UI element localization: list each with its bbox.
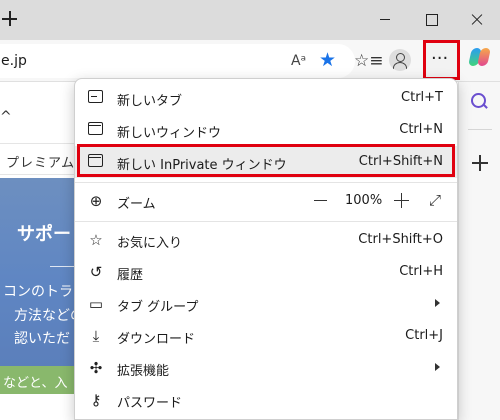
address-bar[interactable]: e.jp Aᵃ ★ bbox=[0, 44, 355, 78]
copilot-icon[interactable] bbox=[468, 45, 492, 69]
hero-text-line: コンのトラ bbox=[3, 284, 73, 300]
menu-item-shortcut: Ctrl+Shift+O bbox=[358, 232, 443, 247]
settings-more-button[interactable]: ··· bbox=[423, 40, 460, 80]
menu-divider bbox=[75, 182, 457, 183]
more-dots-icon: ··· bbox=[431, 48, 449, 69]
menu-item-favorites[interactable]: ☆ お気に入り Ctrl+Shift+O bbox=[75, 224, 457, 256]
new-window-icon bbox=[88, 122, 103, 135]
zoom-level: 100% bbox=[345, 193, 383, 208]
extensions-icon: ✣ bbox=[89, 359, 103, 377]
close-button[interactable] bbox=[454, 0, 500, 40]
maximize-button[interactable] bbox=[408, 0, 454, 40]
title-bar bbox=[0, 0, 500, 40]
sidebar bbox=[458, 48, 500, 420]
menu-item-extensions[interactable]: ✣ 拡張機能 bbox=[75, 352, 457, 384]
menu-item-zoom: ⊕ ズーム 100% ⤢ bbox=[75, 185, 457, 217]
read-aloud-icon[interactable]: Aᵃ bbox=[291, 53, 306, 69]
fullscreen-icon[interactable]: ⤢ bbox=[429, 191, 441, 209]
zoom-out-button[interactable] bbox=[314, 200, 327, 202]
menu-item-passwords[interactable]: ⚷ パスワード bbox=[75, 384, 457, 416]
info-bar-text: などと、入 bbox=[3, 376, 68, 391]
menu-item-label: タブ グループ bbox=[117, 300, 199, 315]
new-tab-icon bbox=[88, 90, 103, 103]
zoom-icon: ⊕ bbox=[89, 192, 103, 210]
favorites-list-icon[interactable]: ☆≡ bbox=[354, 48, 383, 74]
history-icon: ↺ bbox=[89, 263, 103, 281]
new-tab-button[interactable] bbox=[0, 5, 24, 33]
settings-menu: 新しいタブ Ctrl+T 新しいウィンドウ Ctrl+N 新しい InPriva… bbox=[74, 78, 458, 420]
favorites-icon: ☆ bbox=[89, 231, 103, 249]
chevron-icon: ^ bbox=[0, 109, 12, 125]
chevron-right-icon bbox=[435, 363, 440, 371]
menu-item-new-window[interactable]: 新しいウィンドウ Ctrl+N bbox=[75, 114, 457, 146]
tab-groups-icon: ▭ bbox=[88, 295, 104, 313]
hero-text-line: 方法などの bbox=[14, 308, 80, 324]
minimize-button[interactable] bbox=[362, 0, 408, 40]
menu-item-shortcut: Ctrl+T bbox=[401, 90, 443, 105]
menu-item-new-tab[interactable]: 新しいタブ Ctrl+T bbox=[75, 82, 457, 114]
menu-item-shortcut: Ctrl+H bbox=[399, 264, 443, 279]
menu-item-label: お気に入り bbox=[117, 236, 183, 251]
menu-item-label: 拡張機能 bbox=[117, 364, 170, 379]
favorite-star-icon[interactable]: ★ bbox=[319, 49, 336, 71]
profile-avatar-icon[interactable] bbox=[389, 49, 411, 71]
menu-item-label: 新しいタブ bbox=[117, 94, 183, 109]
key-icon: ⚷ bbox=[90, 391, 102, 409]
hero-banner: サポート コンのトラ 方法などの 認いただ bbox=[0, 178, 80, 366]
menu-item-history[interactable]: ↺ 履歴 Ctrl+H bbox=[75, 256, 457, 288]
highlight-box bbox=[77, 144, 455, 177]
hero-text-line: 認いただ bbox=[14, 331, 70, 347]
menu-item-label: パスワード bbox=[117, 396, 183, 411]
search-icon[interactable] bbox=[469, 91, 491, 113]
menu-item-tab-groups[interactable]: ▭ タブ グループ bbox=[75, 288, 457, 320]
add-sidebar-item-icon[interactable] bbox=[469, 152, 491, 174]
menu-item-shortcut: Ctrl+N bbox=[399, 122, 443, 137]
menu-item-label: ダウンロード bbox=[117, 332, 196, 347]
url-text[interactable]: e.jp bbox=[1, 53, 27, 69]
menu-item-label: ズーム bbox=[117, 197, 156, 212]
download-icon: ⤓ bbox=[92, 327, 100, 345]
info-bar: などと、入 bbox=[0, 366, 80, 394]
menu-item-label: 履歴 bbox=[117, 268, 144, 283]
menu-divider bbox=[75, 221, 457, 222]
browser-toolbar: e.jp Aᵃ ★ ☆≡ ··· bbox=[0, 40, 500, 82]
menu-item-shortcut: Ctrl+J bbox=[405, 328, 443, 343]
zoom-in-button[interactable] bbox=[394, 193, 409, 208]
chevron-right-icon bbox=[435, 299, 440, 307]
nav-item-premium[interactable]: プレミアム bbox=[6, 152, 75, 171]
page-nav: プレミアム bbox=[0, 143, 80, 175]
menu-item-label: 新しいウィンドウ bbox=[117, 126, 222, 141]
menu-item-downloads[interactable]: ⤓ ダウンロード Ctrl+J bbox=[75, 320, 457, 352]
hero-title: サポート bbox=[17, 224, 80, 245]
sidebar-divider bbox=[468, 129, 492, 130]
